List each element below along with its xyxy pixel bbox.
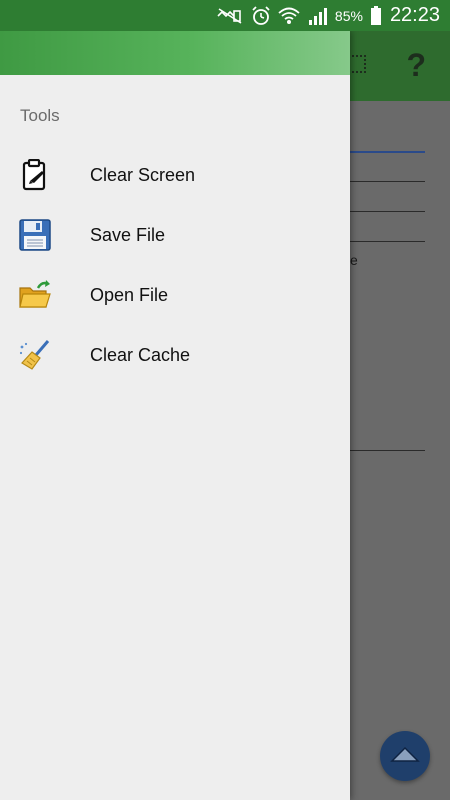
drawer-item-label: Save File	[90, 224, 166, 245]
navigation-drawer: Tools Clear Screen Save File Open File C…	[0, 31, 350, 800]
background-divider	[350, 181, 425, 182]
drawer-section-title: Tools	[20, 106, 60, 125]
battery-percentage: 85%	[334, 7, 363, 24]
drawer-item-clear-screen[interactable]: Clear Screen	[0, 145, 350, 205]
drawer-item-label: Open File	[90, 284, 169, 305]
signal-icon	[307, 5, 329, 27]
clipboard-icon	[18, 158, 52, 192]
help-icon[interactable]: ?	[406, 47, 426, 84]
background-divider	[350, 151, 425, 153]
alarm-icon	[251, 5, 271, 27]
mute-icon	[216, 5, 244, 27]
grid-icon[interactable]	[348, 55, 366, 73]
background-divider	[350, 241, 425, 242]
broom-icon	[18, 338, 52, 372]
background-divider	[350, 211, 425, 212]
background-partial-text: e	[350, 252, 358, 268]
drawer-item-open-file[interactable]: Open File	[0, 265, 350, 325]
battery-icon	[370, 5, 382, 27]
wifi-icon	[278, 5, 300, 27]
chevron-up-icon	[390, 745, 420, 768]
drawer-item-save-file[interactable]: Save File	[0, 205, 350, 265]
clock: 22:23	[389, 4, 440, 26]
status-bar: 85% 22:23	[0, 0, 450, 31]
drawer-item-label: Clear Screen	[90, 164, 196, 185]
background-divider	[350, 450, 425, 451]
drawer-header	[0, 31, 350, 75]
drawer-item-clear-cache[interactable]: Clear Cache	[0, 325, 350, 385]
floppy-disk-icon	[18, 218, 52, 252]
open-folder-icon	[18, 278, 52, 312]
drawer-item-label: Clear Cache	[90, 344, 191, 365]
scroll-up-button[interactable]	[380, 731, 430, 781]
